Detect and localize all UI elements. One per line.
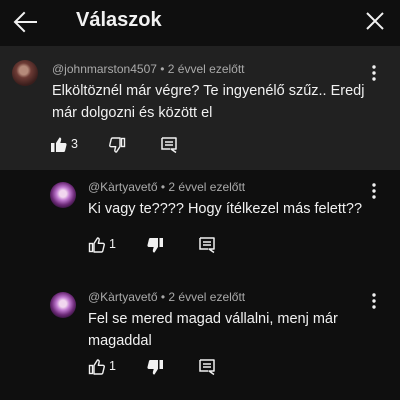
parent-comment: @johnmarston4507 • 2 évvel ezelőtt Elköl… xyxy=(0,46,400,170)
comment-author[interactable]: @johnmarston4507 xyxy=(52,62,157,76)
reply-comment: @Kàrtyavető • 2 évvel ezelőtt Ki vagy te… xyxy=(0,170,400,290)
like-button[interactable]: 3 xyxy=(50,134,90,156)
comment-menu-button[interactable] xyxy=(366,180,382,202)
like-button[interactable]: 1 xyxy=(88,234,128,256)
reply-button[interactable] xyxy=(198,356,220,378)
comment-meta: @johnmarston4507 • 2 évvel ezelőtt xyxy=(52,62,245,76)
meta-separator: • xyxy=(157,290,169,304)
meta-separator: • xyxy=(157,180,169,194)
avatar[interactable] xyxy=(12,60,38,86)
reply-comment: @Kàrtyavető • 2 évvel ezelőtt Fel se mer… xyxy=(0,280,400,400)
thumb-down-outline-icon xyxy=(109,137,126,153)
thumb-up-filled-icon xyxy=(51,137,67,152)
avatar[interactable] xyxy=(50,292,76,318)
close-icon xyxy=(366,12,384,30)
page-title: Válaszok xyxy=(76,9,162,31)
thumb-down-filled-icon xyxy=(147,238,163,253)
thumb-up-outline-icon xyxy=(88,237,105,253)
comment-meta: @Kàrtyavető • 2 évvel ezelőtt xyxy=(88,180,245,194)
meta-separator: • xyxy=(156,62,168,76)
more-vert-icon xyxy=(372,183,376,199)
thumb-down-filled-icon xyxy=(147,360,163,375)
comment-icon xyxy=(161,137,177,154)
comment-text: Ki vagy te???? Hogy ítélkezel más felett… xyxy=(88,201,363,217)
comment-author[interactable]: @Kàrtyavető xyxy=(88,180,158,194)
reply-button[interactable] xyxy=(160,134,182,156)
back-button[interactable] xyxy=(10,8,40,36)
like-count: 3 xyxy=(71,137,78,151)
like-count: 1 xyxy=(109,237,116,251)
dislike-button[interactable] xyxy=(146,356,168,378)
comment-text: Fel se mered magad vállalni, menj már ma… xyxy=(88,311,338,349)
comment-icon xyxy=(199,237,215,254)
comment-icon xyxy=(199,359,215,376)
comment-time: 2 évvel ezelőtt xyxy=(168,290,246,304)
comment-time: 2 évvel ezelőtt xyxy=(168,180,246,194)
arrow-left-icon xyxy=(13,11,37,33)
like-button[interactable]: 1 xyxy=(88,356,128,378)
close-button[interactable] xyxy=(362,8,388,34)
thumb-up-outline-icon xyxy=(88,359,105,375)
dislike-button[interactable] xyxy=(108,134,130,156)
more-vert-icon xyxy=(372,293,376,309)
comment-author[interactable]: @Kàrtyavető xyxy=(88,290,158,304)
dislike-button[interactable] xyxy=(146,234,168,256)
reply-button[interactable] xyxy=(198,234,220,256)
more-vert-icon xyxy=(372,65,376,81)
like-count: 1 xyxy=(109,359,116,373)
avatar[interactable] xyxy=(50,182,76,208)
comment-time: 2 évvel ezelőtt xyxy=(167,62,245,76)
comment-menu-button[interactable] xyxy=(366,290,382,312)
comment-meta: @Kàrtyavető • 2 évvel ezelőtt xyxy=(88,290,245,304)
comment-text: Elköltöznél már végre? Te ingyenélő szűz… xyxy=(52,83,365,121)
comment-menu-button[interactable] xyxy=(366,62,382,84)
app-header: Válaszok xyxy=(0,0,400,44)
